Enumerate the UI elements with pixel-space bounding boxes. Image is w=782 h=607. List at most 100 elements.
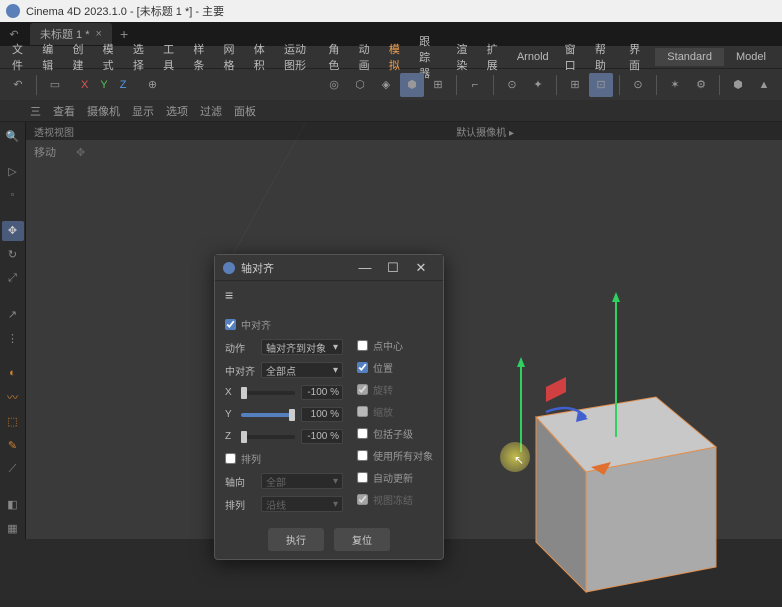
tool-btn-6[interactable]: ⊙ <box>500 73 524 97</box>
point-center-checkbox[interactable]: 点中心 <box>357 338 433 353</box>
dialog-menu-icon[interactable]: ≡ <box>215 281 443 309</box>
execute-button[interactable]: 执行 <box>268 528 324 551</box>
include-children-checkbox[interactable]: 包括子级 <box>357 426 433 441</box>
tool-b[interactable]: ⋮ <box>2 328 24 348</box>
tool-h[interactable]: ◧ <box>2 495 24 515</box>
layout-button[interactable]: ▭ <box>43 73 67 97</box>
tool-btn-cube[interactable]: ⬢ <box>400 73 424 97</box>
tool-g[interactable]: ⟋ <box>2 460 24 480</box>
vp-menu-5[interactable]: 过滤 <box>200 103 222 119</box>
menu-volume[interactable]: 体积 <box>246 38 276 76</box>
menu-mograph[interactable]: 运动图形 <box>276 38 320 76</box>
tool-btn-2[interactable]: ⬡ <box>348 73 372 97</box>
rotation-checkbox: 旋转 <box>357 382 433 397</box>
tool-btn-5[interactable]: ⌐ <box>463 73 487 97</box>
vp-menu-4[interactable]: 选项 <box>166 103 188 119</box>
tool-btn-11[interactable]: ⚙ <box>689 73 713 97</box>
tool-btn-4[interactable]: ⊞ <box>426 73 450 97</box>
menu-character[interactable]: 角色 <box>320 38 350 76</box>
menu-animate[interactable]: 动画 <box>351 38 381 76</box>
position-checkbox[interactable]: 位置 <box>357 360 433 375</box>
axis-dir-select: 全部▾ <box>261 473 343 489</box>
layout-standard[interactable]: Standard <box>655 48 724 66</box>
vp-menu-2[interactable]: 摄像机 <box>87 103 120 119</box>
menu-window[interactable]: 窗口 <box>557 38 587 76</box>
tool-d[interactable]: 〰 <box>2 387 24 407</box>
x-value[interactable]: -100 % <box>301 385 343 400</box>
tool-btn-snap[interactable]: ⊡ <box>589 73 613 97</box>
axis-x-toggle[interactable]: X <box>77 77 92 93</box>
tool-btn-13[interactable]: ▲ <box>752 73 776 97</box>
close-button[interactable]: ✕ <box>407 260 435 276</box>
center-align-checkbox[interactable]: 中对齐 <box>225 317 343 332</box>
move-tool[interactable]: ✥ <box>2 221 24 241</box>
vp-menu-0[interactable]: 三 <box>30 103 41 119</box>
menu-file[interactable]: 文件 <box>4 38 34 76</box>
tool-btn-3[interactable]: ◈ <box>374 73 398 97</box>
auto-update-checkbox[interactable]: 自动更新 <box>357 470 433 485</box>
menu-edit[interactable]: 编辑 <box>34 38 64 76</box>
menu-render[interactable]: 渲染 <box>448 38 478 76</box>
tool-btn-7[interactable]: ✦ <box>526 73 550 97</box>
tool-c[interactable]: ◐ <box>2 363 24 383</box>
tool-btn-8[interactable]: ⊞ <box>563 73 587 97</box>
axis-y-toggle[interactable]: Y <box>96 77 111 93</box>
menu-select[interactable]: 选择 <box>125 38 155 76</box>
live-select-tool[interactable]: ◦ <box>2 185 24 205</box>
vp-menu-6[interactable]: 面板 <box>234 103 256 119</box>
use-all-objects-checkbox[interactable]: 使用所有对象 <box>357 448 433 463</box>
menu-mode[interactable]: 模式 <box>95 38 125 76</box>
reset-button[interactable]: 复位 <box>334 528 390 551</box>
arrange-checkbox[interactable]: 排列 <box>225 451 343 466</box>
menu-arnold[interactable]: Arnold <box>509 48 557 66</box>
tool-f[interactable]: ✎ <box>2 435 24 455</box>
maximize-button[interactable]: ☐ <box>379 260 407 276</box>
tool-a[interactable]: ↗ <box>2 304 24 324</box>
menu-simulate[interactable]: 模拟 <box>381 38 411 76</box>
search-tool[interactable]: 🔍 <box>2 126 24 146</box>
tool-btn-1[interactable]: ◎ <box>322 73 346 97</box>
y-slider[interactable] <box>241 413 295 417</box>
viewport-header: 透视视图 默认摄像机 ▸ <box>26 122 782 140</box>
menu-spline[interactable]: 样条 <box>185 38 215 76</box>
z-slider[interactable] <box>241 435 295 439</box>
action-select[interactable]: 轴对齐到对象▾ <box>261 339 343 355</box>
tool-btn-12[interactable]: ⬢ <box>726 73 750 97</box>
dialog-icon <box>223 262 235 274</box>
dialog-title: 轴对齐 <box>241 260 351 276</box>
rotate-tool[interactable]: ↻ <box>2 245 24 265</box>
axis-dir-label: 轴向 <box>225 474 255 489</box>
minimize-button[interactable]: — <box>351 260 379 275</box>
tool-e[interactable]: ⬚ <box>2 411 24 431</box>
axis-align-dialog: 轴对齐 — ☐ ✕ ≡ 中对齐 动作 轴对齐到对象▾ 中对齐 全部点▾ X -1… <box>214 254 444 560</box>
menu-extensions[interactable]: 扩展 <box>479 38 509 76</box>
layout-model[interactable]: Model <box>724 48 778 66</box>
undo-button[interactable]: ↶ <box>6 73 30 97</box>
midalign-select[interactable]: 全部点▾ <box>261 362 343 378</box>
main-menubar: 文件 编辑 创建 模式 选择 工具 样条 网格 体积 运动图形 角色 动画 模拟… <box>0 46 782 68</box>
window-title: Cinema 4D 2023.1.0 - [未标题 1 *] - 主要 <box>26 3 224 19</box>
x-slider[interactable] <box>241 391 295 395</box>
menu-mesh[interactable]: 网格 <box>216 38 246 76</box>
vp-menu-1[interactable]: 查看 <box>53 103 75 119</box>
dialog-titlebar[interactable]: 轴对齐 — ☐ ✕ <box>215 255 443 281</box>
tool-i[interactable]: ▦ <box>2 519 24 539</box>
tool-btn-10[interactable]: ✶ <box>663 73 687 97</box>
viewport-camera[interactable]: 默认摄像机 ▸ <box>456 124 514 139</box>
coord-button[interactable]: ⊕ <box>140 73 164 97</box>
menu-help[interactable]: 帮助 <box>587 38 617 76</box>
scale-tool[interactable]: ⤢ <box>2 269 24 289</box>
tool-btn-9[interactable]: ⊙ <box>626 73 650 97</box>
z-slider-label: Z <box>225 431 235 442</box>
arrange-mode-label: 排列 <box>225 497 255 512</box>
layout-label[interactable]: 界面 <box>617 38 655 76</box>
select-tool[interactable]: ▷ <box>2 161 24 181</box>
vp-menu-3[interactable]: 显示 <box>132 103 154 119</box>
menu-create[interactable]: 创建 <box>64 38 94 76</box>
app-icon <box>6 4 20 18</box>
y-value[interactable]: 100 % <box>301 407 343 422</box>
window-titlebar: Cinema 4D 2023.1.0 - [未标题 1 *] - 主要 <box>0 0 782 22</box>
z-value[interactable]: -100 % <box>301 429 343 444</box>
menu-tools[interactable]: 工具 <box>155 38 185 76</box>
axis-z-toggle[interactable]: Z <box>116 77 131 93</box>
